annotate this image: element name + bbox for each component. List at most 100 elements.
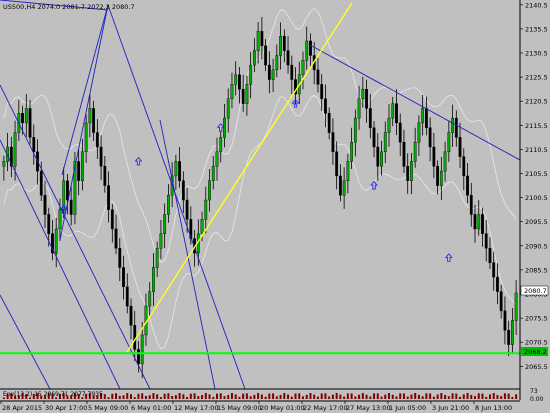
subwindow-bar xyxy=(272,393,275,399)
subwindow-bar xyxy=(316,396,319,399)
candle-bear xyxy=(43,195,47,215)
hline-price-marker: 2068.2 xyxy=(521,347,548,356)
candle-bear xyxy=(21,113,24,124)
candle-bull xyxy=(88,108,92,124)
candle-bear xyxy=(69,199,73,215)
subwindow-bar xyxy=(212,396,215,399)
subwindow-bar xyxy=(488,394,491,399)
subwindow-bar xyxy=(436,394,439,399)
candle-bear xyxy=(335,151,339,177)
subwindow-bar xyxy=(350,393,353,399)
subwindow-bar xyxy=(103,394,106,399)
candle-bear xyxy=(118,248,122,268)
subwindow-bar xyxy=(182,394,185,399)
candle-bull xyxy=(256,31,260,51)
subwindow-bar xyxy=(275,396,278,399)
candle-bull xyxy=(342,180,346,196)
subwindow-bar xyxy=(249,396,252,399)
subwindow-bar xyxy=(354,396,357,399)
candle-bear xyxy=(428,127,432,148)
subwindow-bar xyxy=(447,396,450,399)
time-tick-label: 22 May 17:00 xyxy=(303,404,348,412)
candle-bear xyxy=(122,267,125,287)
time-tick-label: 20 May 01:00 xyxy=(260,404,305,412)
time-tick-label: 12 May 17:00 xyxy=(174,404,219,412)
subwindow-bar xyxy=(361,393,364,399)
candle-bull xyxy=(200,219,204,234)
candle-bull xyxy=(204,199,208,220)
price-tick-label: 2120.5 xyxy=(525,98,548,106)
candle-bull xyxy=(155,248,159,268)
price-tick-label: 2075.5 xyxy=(525,315,548,323)
candle-bull xyxy=(54,228,58,254)
subwindow-bar xyxy=(130,394,132,399)
subwindow-bar xyxy=(429,393,432,399)
subwindow-bar xyxy=(126,393,129,399)
candle-bull xyxy=(301,60,305,75)
candle-bull xyxy=(447,132,451,153)
hline-price-label: 2068.2 xyxy=(524,348,547,356)
chart-window[interactable]: US500,H4 2074.0 2081.7 2072.3 2080.7 214… xyxy=(0,0,550,413)
candle-bull xyxy=(353,117,357,143)
subwindow-bar xyxy=(287,394,290,399)
subwindow-bar xyxy=(264,396,267,399)
price-tick-label: 2100.5 xyxy=(525,194,548,202)
candle-bear xyxy=(462,156,466,177)
subwindow-bar xyxy=(167,393,170,399)
candle-bear xyxy=(107,185,110,210)
candle-bull xyxy=(58,209,62,230)
indicator-label: Env(13,2) 15 2069.71 2077.7935 xyxy=(3,391,103,398)
subwindow-bar xyxy=(380,396,383,399)
candle-bull xyxy=(417,122,421,143)
plot-area xyxy=(0,0,520,388)
candle-bull xyxy=(208,180,211,201)
candle-bull xyxy=(271,69,275,80)
subwindow-bar xyxy=(451,393,454,399)
current-price-marker: 2080.7 xyxy=(520,285,549,296)
subwindow-bar xyxy=(260,394,263,399)
candle-bear xyxy=(290,64,294,80)
subwindow-bar xyxy=(335,393,338,399)
candle-bull xyxy=(219,137,223,153)
candle-bear xyxy=(466,175,469,196)
candle-bull xyxy=(357,98,361,119)
subwindow-bar xyxy=(133,397,136,399)
candle-bull xyxy=(387,117,391,133)
subwindow-bar xyxy=(515,394,518,399)
candle-bear xyxy=(282,35,286,51)
subwindow-bar xyxy=(485,396,488,399)
candle-bull xyxy=(252,50,256,66)
subwindow-bar xyxy=(328,396,331,399)
subwindow-bar xyxy=(242,393,245,399)
candle-bull xyxy=(413,141,417,162)
candle-bull xyxy=(174,161,178,177)
candle-bear xyxy=(114,228,118,249)
subwindow-bar xyxy=(107,397,110,399)
candle-bear xyxy=(267,64,271,80)
candle-bear xyxy=(484,233,488,249)
subwindow-bar xyxy=(208,394,211,399)
candle-bear xyxy=(178,161,182,181)
candle-bull xyxy=(152,267,155,292)
candle-bear xyxy=(406,166,410,181)
subwindow-bar xyxy=(477,393,480,399)
subwindow-bar xyxy=(365,394,368,399)
candle-bear xyxy=(365,88,368,109)
time-tick-label: 27 May 13:00 xyxy=(346,404,391,412)
candle-bull xyxy=(439,170,443,186)
subwindow-bar xyxy=(186,396,189,399)
candle-bear xyxy=(481,214,484,234)
candle-bear xyxy=(402,141,406,167)
candle-bull xyxy=(84,122,88,153)
subwindow-bar xyxy=(474,396,476,399)
subwindow-bar xyxy=(290,396,293,399)
candle-bear xyxy=(137,349,140,365)
candle-bear xyxy=(454,117,458,138)
subwindow-bar xyxy=(223,396,226,399)
subwindow-bar xyxy=(141,393,144,399)
subwindow-bar xyxy=(470,394,473,399)
candle-bull xyxy=(350,141,354,162)
price-tick-label: 2110.5 xyxy=(525,146,548,154)
subwindow-bar xyxy=(503,393,506,399)
subwindow-bar xyxy=(189,393,192,399)
